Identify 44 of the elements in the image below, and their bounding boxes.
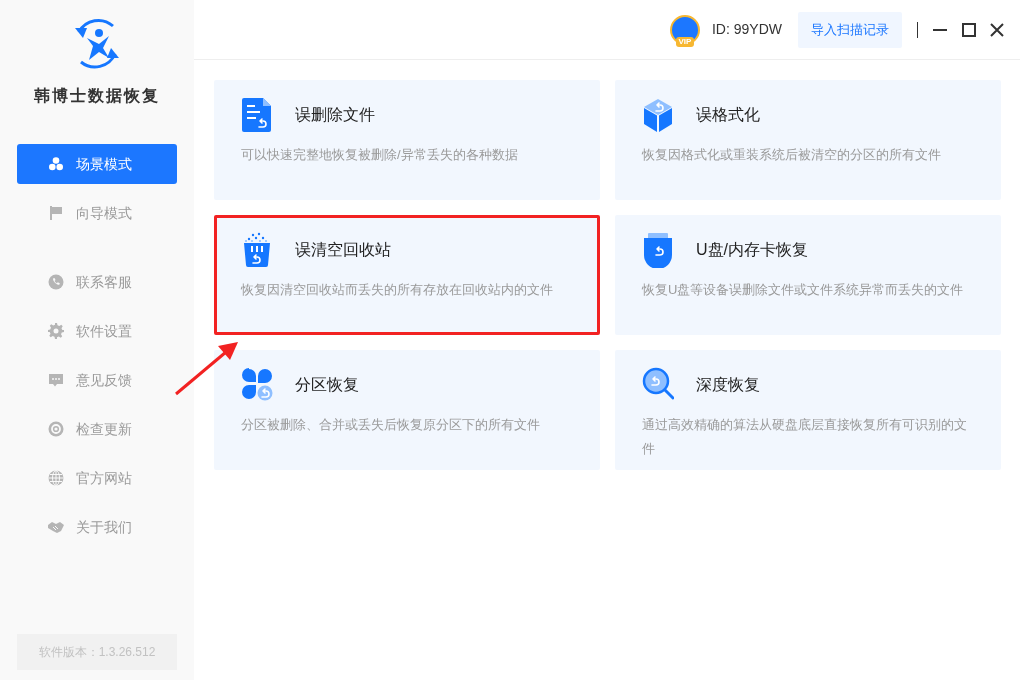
circles-icon xyxy=(48,156,64,172)
card-title: 分区恢复 xyxy=(295,375,359,395)
sidebar-item[interactable]: 联系客服 xyxy=(17,262,177,302)
settings-icon xyxy=(48,323,64,339)
sidebar-item[interactable]: 向导模式 xyxy=(17,193,177,233)
chat-icon xyxy=(48,372,64,388)
phone-icon xyxy=(48,274,64,290)
sidebar-item[interactable]: 检查更新 xyxy=(17,409,177,449)
globe-icon xyxy=(48,470,64,486)
import-button[interactable]: 导入扫描记录 xyxy=(798,11,902,48)
close-icon[interactable] xyxy=(990,22,1004,37)
partition-icon xyxy=(241,367,273,403)
card-description: 可以快速完整地恢复被删除/异常丢失的各种数据 xyxy=(241,146,519,164)
card-title: 误格式化 xyxy=(696,105,760,125)
recovery-card[interactable]: 误删除文件 可以快速完整地恢复被删除/异常丢失的各种数据 xyxy=(214,80,600,200)
sidebar-item[interactable]: 关于我们 xyxy=(17,507,177,547)
recovery-card[interactable]: 分区恢复 分区被删除、合并或丢失后恢复原分区下的所有文件 xyxy=(214,350,600,470)
sidebar-item[interactable]: 意见反馈 xyxy=(17,360,177,400)
sidebar-item[interactable]: 软件设置 xyxy=(17,311,177,351)
recovery-card[interactable]: 误格式化 恢复因格式化或重装系统后被清空的分区的所有文件 xyxy=(615,80,1001,200)
document-icon xyxy=(241,97,273,133)
sidebar-item[interactable]: 官方网站 xyxy=(17,458,177,498)
handshake-icon xyxy=(48,519,64,535)
user-id: ID: 99YDW xyxy=(712,20,782,39)
card-title: U盘/内存卡恢复 xyxy=(696,240,808,260)
usb-drive-icon xyxy=(642,232,674,268)
card-description: 恢复U盘等设备误删除文件或文件系统异常而丢失的文件 xyxy=(642,281,965,299)
cube-icon xyxy=(642,97,674,133)
sidebar-item[interactable]: 场景模式 xyxy=(17,144,177,184)
refresh-icon xyxy=(48,421,64,437)
maximize-icon[interactable] xyxy=(962,22,976,37)
card-title: 误清空回收站 xyxy=(295,240,391,260)
trash-bin-icon xyxy=(241,232,273,268)
app-name: 韩博士数据恢复 xyxy=(34,86,160,106)
card-title: 误删除文件 xyxy=(295,105,375,125)
card-title: 深度恢复 xyxy=(696,375,760,395)
card-description: 通过高效精确的算法从硬盘底层直接恢复所有可识别的文件 xyxy=(642,416,968,458)
recovery-card[interactable]: 深度恢复 通过高效精确的算法从硬盘底层直接恢复所有可识别的文件 xyxy=(615,350,1001,470)
card-description: 恢复因格式化或重装系统后被清空的分区的所有文件 xyxy=(642,146,942,164)
card-description: 恢复因清空回收站而丢失的所有存放在回收站内的文件 xyxy=(241,281,554,299)
recovery-card[interactable]: U盘/内存卡恢复 恢复U盘等设备误删除文件或文件系统异常而丢失的文件 xyxy=(615,215,1001,335)
card-description: 分区被删除、合并或丢失后恢复原分区下的所有文件 xyxy=(241,416,541,434)
flag-icon xyxy=(48,205,64,221)
recovery-card[interactable]: 误清空回收站 恢复因清空回收站而丢失的所有存放在回收站内的文件 xyxy=(214,215,600,335)
